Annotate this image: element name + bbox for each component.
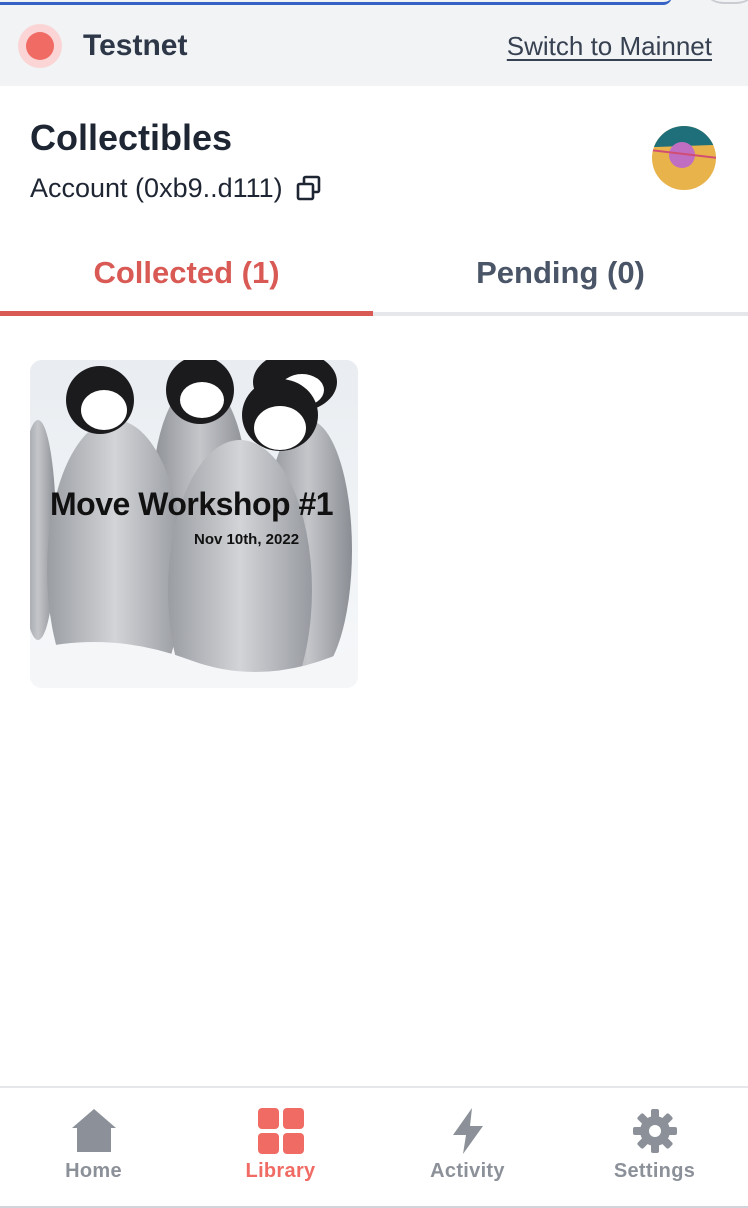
nav-library-label: Library	[245, 1160, 316, 1182]
collectibles-tabs: Collected (1) Pending (0)	[0, 236, 748, 316]
network-name: Testnet	[83, 29, 188, 62]
nav-home-label: Home	[65, 1160, 122, 1182]
network-status-dot	[26, 32, 54, 60]
tab-pending[interactable]: Pending (0)	[373, 236, 748, 316]
identicon-avatar[interactable]	[652, 126, 716, 190]
nav-settings[interactable]: Settings	[561, 1088, 748, 1206]
copy-icon[interactable]	[295, 174, 323, 202]
account-row: Account (0xb9..d111)	[30, 170, 323, 206]
nav-activity-label: Activity	[430, 1160, 505, 1182]
bottom-navigation: Home Library Activity Settings	[0, 1086, 748, 1208]
home-icon	[71, 1109, 116, 1152]
tab-collected[interactable]: Collected (1)	[0, 236, 373, 316]
nav-home[interactable]: Home	[0, 1088, 187, 1206]
gear-icon	[632, 1109, 677, 1153]
nav-activity[interactable]: Activity	[374, 1088, 561, 1206]
switch-network-link[interactable]: Switch to Mainnet	[507, 30, 712, 62]
lightning-icon	[452, 1108, 483, 1154]
browser-control-edge	[700, 0, 748, 4]
network-bar: Testnet Switch to Mainnet	[0, 6, 748, 86]
collectible-card[interactable]: Move Workshop #1 Nov 10th, 2022	[30, 360, 358, 688]
collectible-date: Nov 10th, 2022	[194, 531, 300, 548]
penguins-image	[30, 360, 358, 688]
account-label: Account (0xb9..d111)	[30, 173, 283, 203]
collectible-title: Move Workshop #1	[50, 486, 334, 522]
page-title: Collectibles	[30, 117, 233, 158]
address-bar-outline	[0, 0, 672, 5]
page-header: Collectibles Account (0xb9..d111)	[0, 86, 748, 226]
grid-icon	[257, 1108, 304, 1154]
nav-library[interactable]: Library	[187, 1088, 374, 1206]
nav-settings-label: Settings	[613, 1160, 696, 1182]
